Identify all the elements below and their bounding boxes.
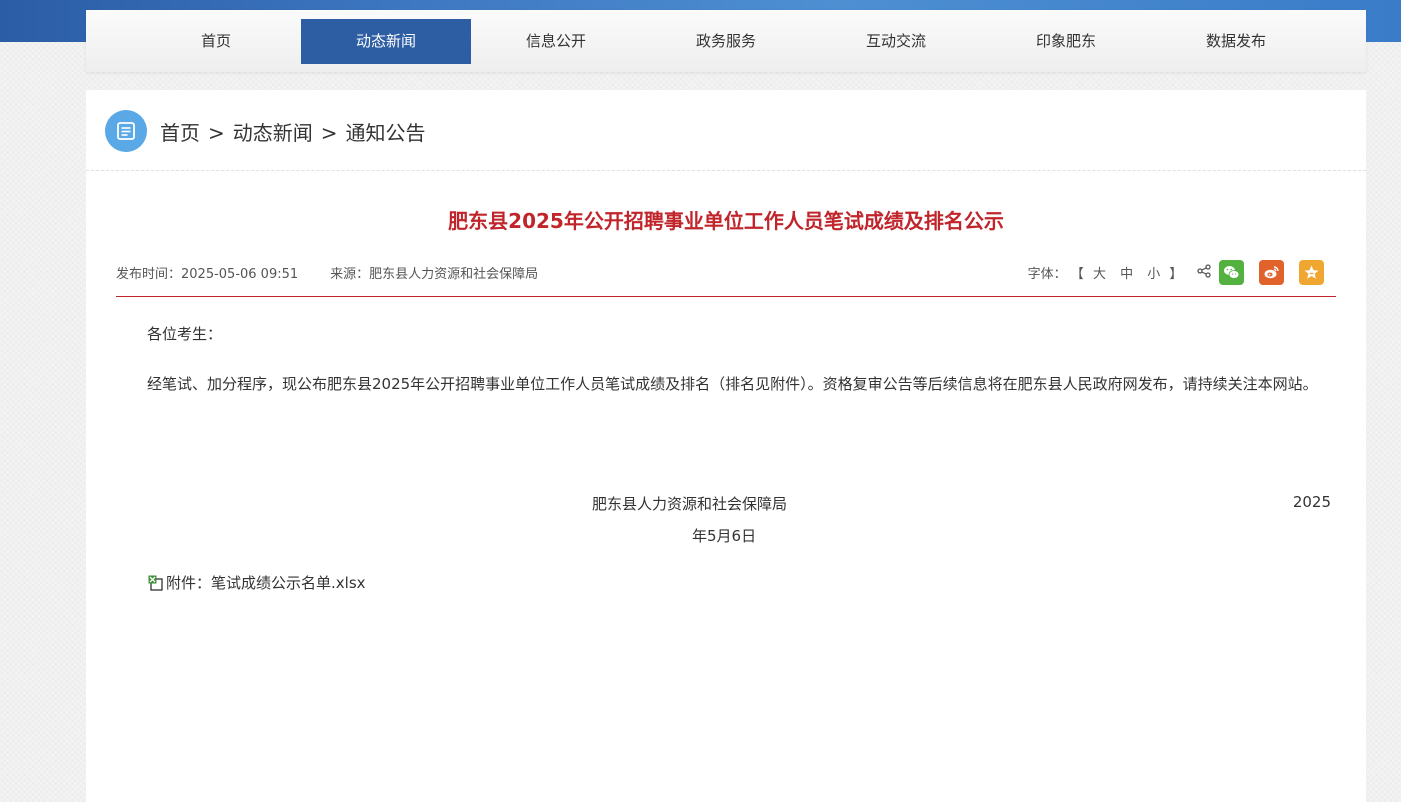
share-icon[interactable] — [1196, 263, 1211, 282]
breadcrumb: 首页 > 动态新闻 > 通知公告 — [160, 117, 426, 146]
article-meta: 发布时间：2025-05-06 09:51 来源：肥东县人力资源和社会保障局 — [116, 263, 538, 282]
breadcrumb-separator: > — [320, 121, 338, 145]
breadcrumb-bar: 首页 > 动态新闻 > 通知公告 — [86, 90, 1366, 171]
nav-item-interaction[interactable]: 互动交流 — [811, 19, 981, 64]
nav-item-gov-service[interactable]: 政务服务 — [641, 19, 811, 64]
weibo-icon[interactable] — [1258, 260, 1284, 285]
nav-item-home[interactable]: 首页 — [131, 19, 301, 64]
article-paragraph: 经笔试、加分程序，现公布肥东县2025年公开招聘事业单位工作人员笔试成绩及排名（… — [147, 375, 1318, 393]
breadcrumb-home[interactable]: 首页 — [160, 121, 200, 145]
attachment-link[interactable]: 附件：笔试成绩公示名单.xlsx — [148, 572, 366, 595]
breadcrumb-news[interactable]: 动态新闻 — [233, 121, 313, 145]
bracket-open: 【 — [1070, 267, 1084, 282]
signature-year: 2025 — [1292, 493, 1331, 511]
font-size-medium-button[interactable]: 中 — [1120, 263, 1133, 282]
font-size-small-button[interactable]: 小 — [1147, 263, 1160, 282]
font-size-label: 字体： — [1027, 267, 1067, 282]
document-icon — [105, 110, 147, 152]
bracket-close: 】 — [1169, 267, 1183, 282]
breadcrumb-current[interactable]: 通知公告 — [346, 121, 426, 145]
signature-organization: 肥东县人力资源和社会保障局 — [592, 495, 788, 513]
nav-item-news[interactable]: 动态新闻 — [301, 19, 471, 64]
signature-date: 年5月6日 — [692, 527, 757, 545]
content-card: 首页 > 动态新闻 > 通知公告 肥东县2025年公开招聘事业单位工作人员笔试成绩及排名… — [86, 90, 1366, 802]
wechat-icon[interactable] — [1218, 260, 1244, 285]
nav-item-impression[interactable]: 印象肥东 — [981, 19, 1151, 64]
attachment-label: 附件：笔试成绩公示名单.xlsx — [166, 574, 366, 592]
article-tools: 字体： 【 大 中 小 】 — [1028, 260, 1324, 286]
favorite-icon[interactable] — [1299, 260, 1324, 285]
article-title: 肥东县2025年公开招聘事业单位工作人员笔试成绩及排名公示 — [448, 209, 1004, 233]
breadcrumb-separator: > — [208, 121, 225, 145]
nav-item-data[interactable]: 数据发布 — [1151, 19, 1321, 64]
publish-time: 发布时间：2025-05-06 09:51 — [116, 267, 299, 282]
main-nav: 首页 动态新闻 信息公开 政务服务 互动交流 印象肥东 数据发布 — [86, 10, 1366, 72]
excel-file-icon — [148, 575, 164, 595]
title-divider — [116, 296, 1336, 297]
greeting: 各位考生： — [147, 325, 223, 343]
nav-item-info-public[interactable]: 信息公开 — [471, 19, 641, 64]
article-source: 来源：肥东县人力资源和社会保障局 — [330, 267, 539, 282]
font-size-large-button[interactable]: 大 — [1093, 263, 1106, 282]
